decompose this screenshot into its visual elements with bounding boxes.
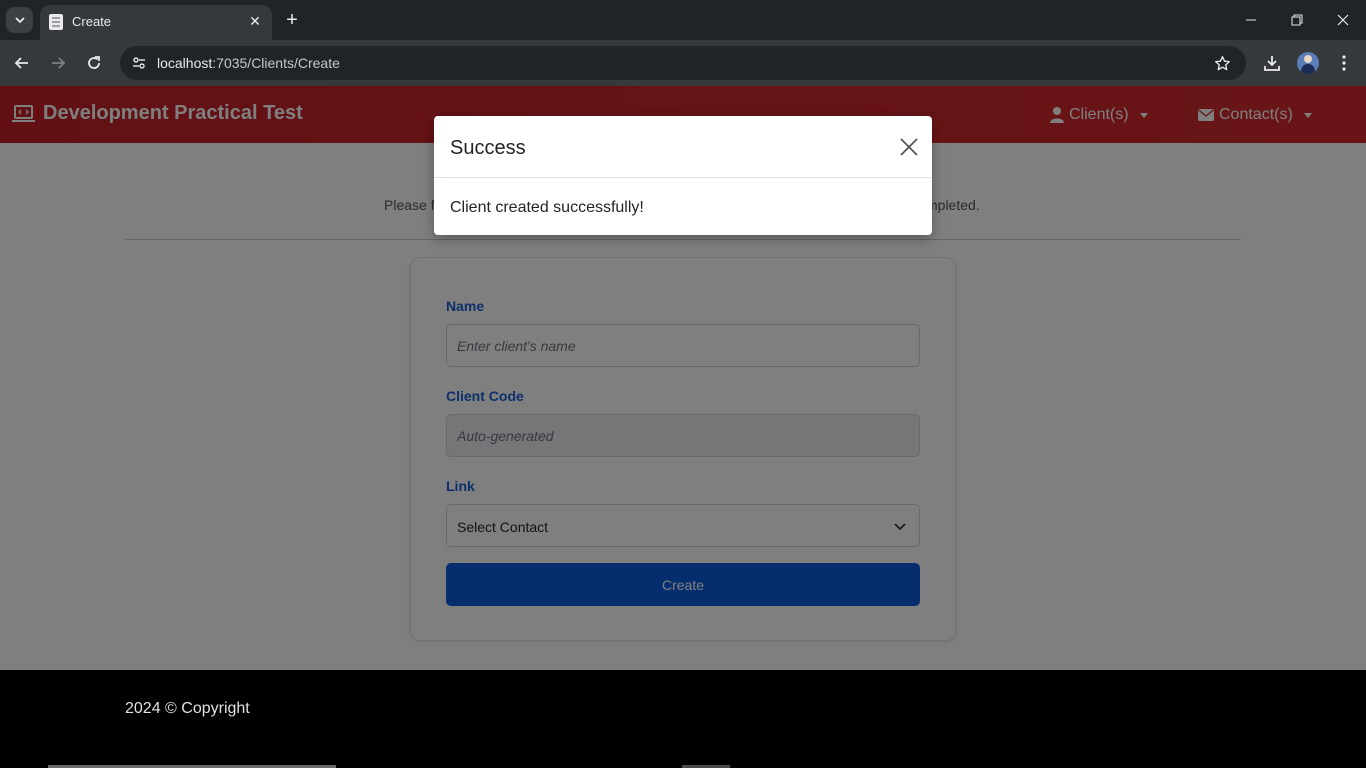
close-icon — [1337, 14, 1349, 26]
tab-list-button[interactable] — [6, 7, 33, 33]
chevron-down-icon — [14, 17, 25, 24]
back-button[interactable] — [10, 51, 34, 75]
reload-button[interactable] — [82, 51, 106, 75]
restore-button[interactable] — [1274, 0, 1320, 40]
restore-icon — [1291, 14, 1303, 26]
download-icon — [1264, 56, 1280, 71]
profile-avatar[interactable] — [1297, 52, 1319, 74]
modal-header: Success — [434, 116, 932, 178]
star-icon — [1214, 55, 1230, 70]
forward-arrow-icon — [52, 57, 66, 69]
site-info-button[interactable] — [128, 52, 150, 74]
tab-close-icon[interactable]: ✕ — [246, 12, 264, 30]
browser-menu-button[interactable] — [1332, 51, 1356, 75]
browser-tabbar: Create ✕ + — [0, 0, 1366, 40]
forward-button[interactable] — [46, 51, 70, 75]
back-arrow-icon — [14, 57, 28, 69]
close-window-button[interactable] — [1320, 0, 1366, 40]
more-vertical-icon — [1342, 55, 1346, 71]
close-icon[interactable] — [898, 136, 920, 158]
site-footer: 2024 © Copyright — [0, 670, 1366, 768]
web-page: Development Practical Test Client(s) Con… — [0, 86, 1366, 768]
minimize-icon — [1246, 19, 1256, 21]
tab-title: Create — [72, 14, 112, 29]
tune-icon — [133, 57, 145, 69]
reload-icon — [88, 56, 100, 69]
page-icon — [49, 14, 63, 30]
browser-tab[interactable]: Create ✕ — [40, 5, 272, 40]
address-bar[interactable]: localhost:7035/Clients/Create — [120, 46, 1246, 80]
modal-title: Success — [450, 137, 526, 159]
downloads-button[interactable] — [1260, 51, 1284, 75]
bookmark-button[interactable] — [1212, 53, 1232, 73]
modal-message: Client created successfully! — [450, 199, 644, 216]
minimize-button[interactable] — [1228, 0, 1274, 40]
url-path: :7035/Clients/Create — [212, 55, 340, 71]
copyright-text: 2024 © Copyright — [125, 700, 250, 717]
new-tab-button[interactable]: + — [282, 8, 302, 32]
url-host: localhost — [157, 55, 213, 71]
url-text: localhost:7035/Clients/Create — [157, 55, 340, 71]
browser-toolbar: localhost:7035/Clients/Create — [0, 40, 1366, 86]
success-modal: Success Client created successfully! — [434, 116, 932, 235]
